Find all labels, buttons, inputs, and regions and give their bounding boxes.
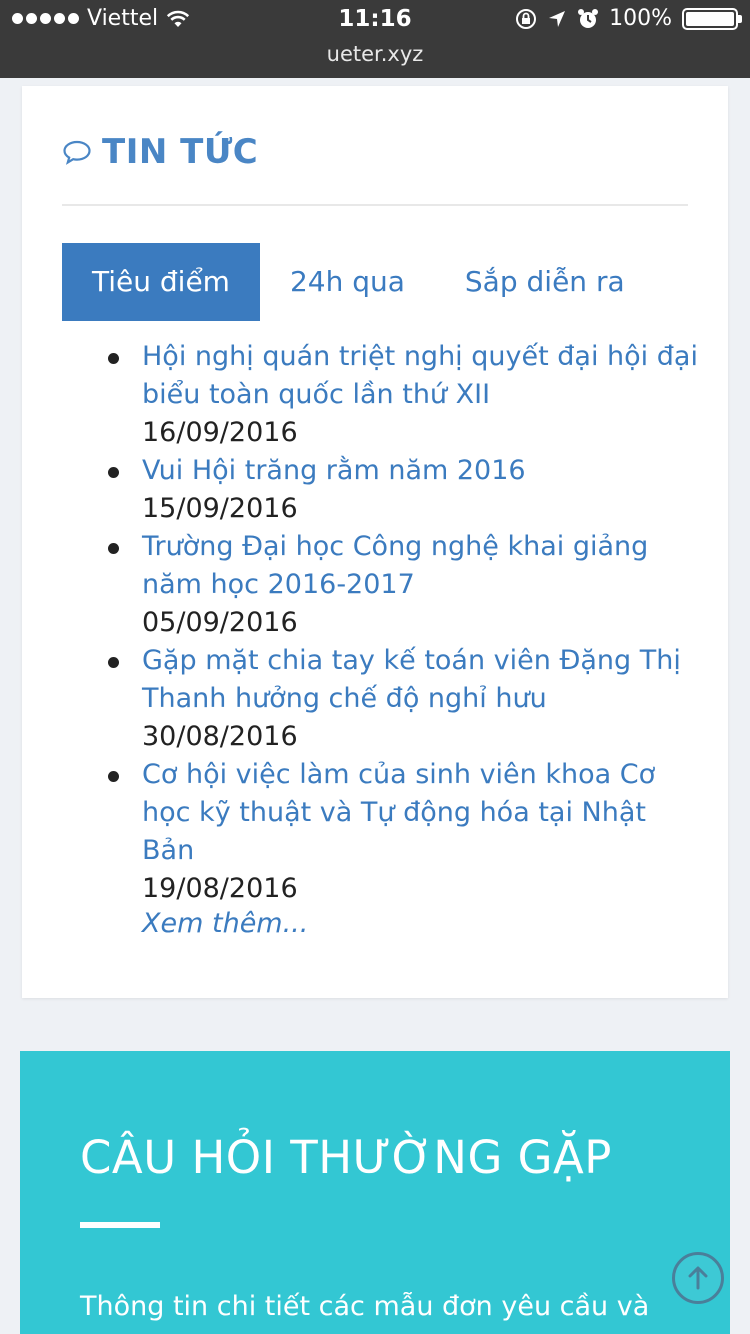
news-date: 15/09/2016: [142, 493, 298, 524]
arrow-up-icon: [688, 1266, 708, 1290]
list-item: Vui Hội trăng rằm năm 2016 15/09/2016: [106, 452, 706, 528]
see-more-link[interactable]: Xem thêm...: [142, 908, 308, 939]
tab-sap-dien-ra[interactable]: Sắp diễn ra: [435, 243, 655, 321]
news-link[interactable]: Trường Đại học Công nghệ khai giảng năm …: [142, 528, 706, 604]
list-item: Cơ hội việc làm của sinh viên khoa Cơ họ…: [106, 756, 706, 908]
list-item: Hội nghị quán triệt nghị quyết đại hội đ…: [106, 338, 706, 452]
news-date: 16/09/2016: [142, 417, 298, 448]
news-date: 30/08/2016: [142, 721, 298, 752]
news-card: TIN TỨC Tiêu điểm 24h qua Sắp diễn ra Hộ…: [22, 86, 728, 998]
scroll-to-top-button[interactable]: [672, 1252, 724, 1304]
bullet-icon: [108, 657, 119, 668]
bullet-icon: [108, 353, 119, 364]
news-date: 05/09/2016: [142, 607, 298, 638]
tab-24h-qua[interactable]: 24h qua: [260, 243, 435, 321]
faq-description: Thông tin chi tiết các mẫu đơn yêu cầu v…: [80, 1291, 650, 1322]
bullet-icon: [108, 543, 119, 554]
news-link[interactable]: Cơ hội việc làm của sinh viên khoa Cơ họ…: [142, 756, 706, 870]
news-tabs: Tiêu điểm 24h qua Sắp diễn ra: [62, 243, 655, 321]
address-url[interactable]: ueter.xyz: [0, 42, 750, 66]
news-link[interactable]: Vui Hội trăng rằm năm 2016: [142, 452, 706, 490]
bullet-icon: [108, 467, 119, 478]
heading-divider: [62, 204, 688, 206]
news-title: TIN TỨC: [102, 132, 259, 172]
bullet-icon: [108, 771, 119, 782]
news-link[interactable]: Hội nghị quán triệt nghị quyết đại hội đ…: [142, 338, 706, 414]
browser-status-bar: Viettel 11:16 100% ueter.xyz: [0, 0, 750, 78]
list-item: Trường Đại học Công nghệ khai giảng năm …: [106, 528, 706, 642]
list-item: Gặp mặt chia tay kế toán viên Đặng Thị T…: [106, 642, 706, 756]
battery-percent: 100%: [609, 6, 672, 31]
news-list: Hội nghị quán triệt nghị quyết đại hội đ…: [106, 338, 706, 908]
speech-bubble-icon: [63, 140, 91, 165]
news-heading: TIN TỨC: [62, 132, 258, 172]
faq-title-underline: [80, 1222, 160, 1228]
rotation-lock-icon: [516, 8, 537, 29]
faq-section: CÂU HỎI THƯỜNG GẶP Thông tin chi tiết cá…: [20, 1051, 730, 1334]
alarm-icon: [578, 8, 599, 28]
faq-title: CÂU HỎI THƯỜNG GẶP: [80, 1131, 612, 1184]
tab-tieu-diem[interactable]: Tiêu điểm: [62, 243, 260, 321]
location-arrow-icon: [549, 10, 566, 27]
news-date: 19/08/2016: [142, 873, 298, 904]
status-indicators: 100%: [515, 6, 742, 31]
battery-icon: [682, 7, 742, 30]
news-link[interactable]: Gặp mặt chia tay kế toán viên Đặng Thị T…: [142, 642, 706, 718]
